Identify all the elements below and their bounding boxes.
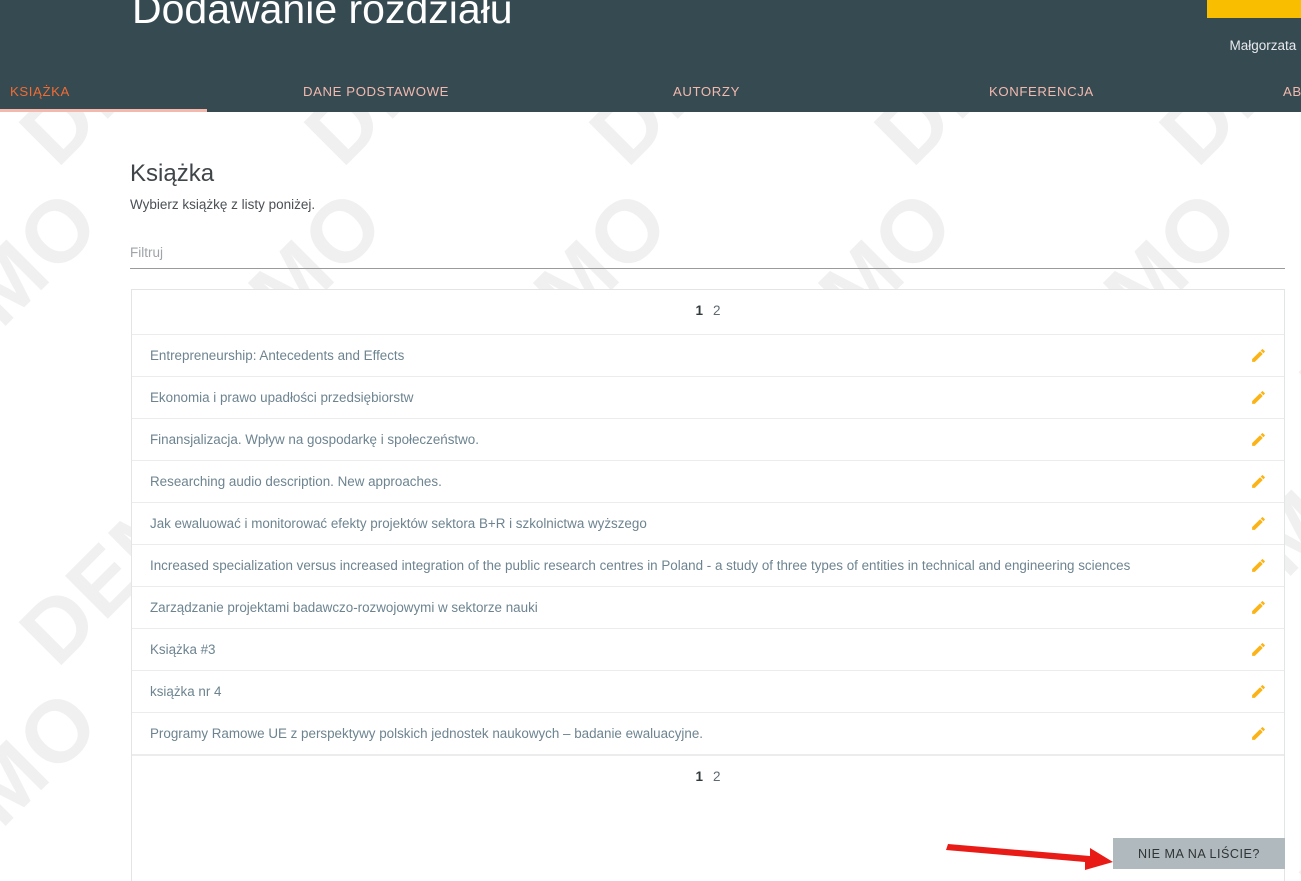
page-header-title: Dodawanie rozdziału [132, 0, 513, 32]
page-2-link-bottom[interactable]: 2 [708, 769, 726, 784]
tab-abstrakty[interactable]: AB [1283, 78, 1301, 112]
pencil-icon[interactable] [1232, 725, 1284, 742]
book-title-link[interactable]: książka nr 4 [132, 684, 1232, 699]
table-row[interactable]: Entrepreneurship: Antecedents and Effect… [132, 335, 1284, 377]
tab-ksiazka[interactable]: KSIĄŻKA [10, 78, 70, 112]
book-list-panel: 12 Entrepreneurship: Antecedents and Eff… [131, 289, 1285, 881]
page-subtitle: Wybierz książkę z listy poniżej. [130, 197, 316, 212]
tab-dane-podstawowe[interactable]: DANE PODSTAWOWE [303, 78, 449, 112]
table-row[interactable]: Increased specialization versus increase… [132, 545, 1284, 587]
user-name-label[interactable]: Małgorzata P [1229, 38, 1301, 53]
table-row[interactable]: Książka #3 [132, 629, 1284, 671]
pencil-icon[interactable] [1232, 641, 1284, 658]
tab-autorzy[interactable]: AUTORZY [673, 78, 740, 112]
pencil-icon[interactable] [1232, 431, 1284, 448]
book-title-link[interactable]: Zarządzanie projektami badawczo-rozwojow… [132, 600, 1232, 615]
book-title-link[interactable]: Ekonomia i prawo upadłości przedsiębiors… [132, 390, 1232, 405]
table-row[interactable]: Zarządzanie projektami badawczo-rozwojow… [132, 587, 1284, 629]
book-title-link[interactable]: Entrepreneurship: Antecedents and Effect… [132, 348, 1232, 363]
book-title-link[interactable]: Jak ewaluować i monitorować efekty proje… [132, 516, 1232, 531]
book-title-link[interactable]: Programy Ramowe UE z perspektywy polskic… [132, 726, 1232, 741]
pencil-icon[interactable] [1232, 599, 1284, 616]
nav-tabs: KSIĄŻKA DANE PODSTAWOWE AUTORZY KONFEREN… [0, 78, 1301, 112]
book-list: Entrepreneurship: Antecedents and Effect… [132, 334, 1284, 755]
table-row[interactable]: Jak ewaluować i monitorować efekty proje… [132, 503, 1284, 545]
pagination-bottom: 12 [132, 755, 1284, 799]
table-row[interactable]: Programy Ramowe UE z perspektywy polskic… [132, 713, 1284, 755]
book-title-link[interactable]: Książka #3 [132, 642, 1232, 657]
filter-field-wrapper [130, 240, 1285, 270]
active-tab-underline [0, 109, 207, 112]
pencil-icon[interactable] [1232, 347, 1284, 364]
yellow-accent-tab [1207, 0, 1301, 18]
book-title-link[interactable]: Finansjalizacja. Wpływ na gospodarkę i s… [132, 432, 1232, 447]
pencil-icon[interactable] [1232, 389, 1284, 406]
page-root: DEMODEMODEMODEMODEMODEMODEMODEMODEMODEMO… [0, 0, 1301, 881]
pagination-top: 12 [132, 290, 1284, 334]
page-title: Książka [130, 160, 215, 187]
table-row[interactable]: Researching audio description. New appro… [132, 461, 1284, 503]
book-title-link[interactable]: Increased specialization versus increase… [132, 558, 1232, 573]
page-2-link[interactable]: 2 [708, 303, 726, 318]
table-row[interactable]: Ekonomia i prawo upadłości przedsiębiors… [132, 377, 1284, 419]
table-row[interactable]: książka nr 4 [132, 671, 1284, 713]
book-title-link[interactable]: Researching audio description. New appro… [132, 474, 1232, 489]
page-1-current-bottom[interactable]: 1 [690, 769, 708, 784]
not-on-list-button[interactable]: NIE MA NA LIŚCIE? [1113, 838, 1285, 869]
pencil-icon[interactable] [1232, 557, 1284, 574]
main-content: Książka Wybierz książkę z listy poniżej.… [0, 112, 1301, 881]
pencil-icon[interactable] [1232, 473, 1284, 490]
pencil-icon[interactable] [1232, 515, 1284, 532]
page-1-current[interactable]: 1 [690, 303, 708, 318]
pencil-icon[interactable] [1232, 683, 1284, 700]
filter-input[interactable] [130, 240, 1285, 269]
tab-konferencja[interactable]: KONFERENCJA [989, 78, 1094, 112]
table-row[interactable]: Finansjalizacja. Wpływ na gospodarkę i s… [132, 419, 1284, 461]
